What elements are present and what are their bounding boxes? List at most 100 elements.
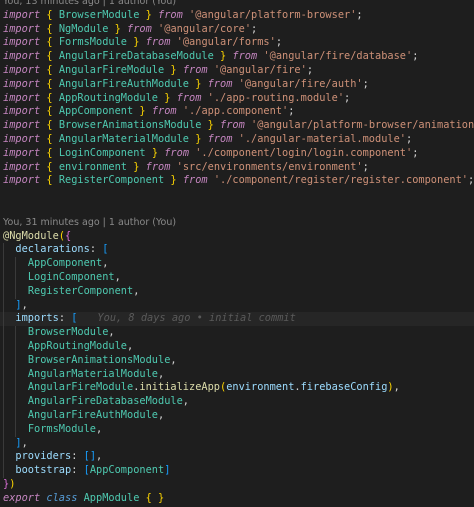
indent-guide (3, 395, 4, 409)
module-path: '@angular/core' (158, 22, 252, 35)
indent-guide (15, 339, 17, 354)
indent-guide (3, 298, 4, 313)
indent-guide (3, 381, 4, 396)
indent-guide (15, 326, 17, 340)
import-line: import { AngularFireModule } from '@angu… (0, 64, 474, 78)
code-token: ; (288, 105, 295, 118)
from-keyword: from (164, 146, 190, 159)
indent-guide (3, 408, 4, 423)
import-line: import { AngularMaterialModule } from '.… (0, 133, 474, 147)
declaration-item: AppComponent, (0, 257, 474, 271)
import-block: import { BrowserModule } from '@angular/… (0, 9, 474, 188)
imported-symbol: FormsModule (58, 36, 128, 49)
code-token: ; (356, 8, 363, 21)
module-import-item: AngularMaterialModule, (0, 367, 474, 382)
indent-guide (15, 257, 17, 271)
property-key: declarations (15, 243, 90, 256)
declared-component: LoginComponent (27, 270, 115, 283)
module-path: './angular-material.module' (238, 132, 407, 145)
indent-guide (3, 257, 4, 271)
import-line: import { BrowserModule } from '@angular/… (0, 9, 474, 23)
imported-module: BrowserModule (27, 326, 109, 339)
import-keyword: import (3, 105, 41, 118)
from-keyword: from (127, 22, 152, 35)
class-keyword: class (46, 491, 78, 504)
bootstrap-line: bootstrap: [AppComponent] (0, 464, 474, 478)
import-keyword: import (3, 63, 41, 76)
code-token: ; (406, 132, 413, 145)
module-path: './app-routing.module' (207, 91, 345, 104)
code-token: , (158, 367, 165, 380)
code-token: , (96, 422, 103, 435)
declarations-close: ], (0, 298, 474, 313)
indent-guide (3, 243, 4, 258)
from-keyword: from (182, 174, 208, 187)
code-token: { (65, 229, 72, 242)
module-path: '@angular/forms' (176, 36, 276, 49)
argument-property: firebaseConfig (300, 381, 388, 394)
indent-guide (15, 381, 17, 396)
module-import-item: AppRoutingModule, (0, 339, 474, 354)
code-token: [ (71, 312, 78, 325)
codelens-author-top[interactable]: You, 13 minutes ago | 1 author (You) (0, 0, 474, 9)
indent-guide (15, 408, 17, 423)
from-keyword: from (151, 105, 177, 118)
declarations-line: declarations: [ (0, 243, 474, 258)
property-key: bootstrap (15, 464, 72, 477)
declaration-item: RegisterComponent, (0, 284, 474, 299)
imported-symbol: BrowserAnimationsModule (58, 119, 202, 132)
code-token: , (133, 284, 140, 297)
code-token: ] (164, 464, 171, 477)
import-line: import { environment } from 'src/environ… (0, 161, 474, 175)
module-path: '@angular/platform-browser' (189, 8, 357, 21)
ngmodule-block: @NgModule({ declarations: [ AppComponent… (0, 230, 474, 506)
code-token: } (158, 491, 165, 504)
code-token: , (96, 450, 103, 463)
codelens-author-module[interactable]: You, 31 minutes ago | 1 author (You) (0, 216, 474, 230)
indent-guide (3, 464, 4, 478)
indent-guide (15, 353, 17, 368)
code-token: ; (412, 146, 419, 159)
code-token: ; (362, 77, 369, 90)
imported-module: BrowserAnimationsModule (27, 353, 171, 366)
indent-guide (3, 436, 4, 451)
module-import-item: AngularFireAuthModule, (0, 408, 474, 423)
imported-symbol: BrowserModule (58, 8, 140, 21)
code-editor[interactable]: You, 13 minutes ago | 1 author (You) imp… (0, 0, 474, 507)
import-line: import { LoginComponent } from './compon… (0, 147, 474, 161)
imported-module: AppRoutingModule (27, 339, 128, 352)
indent-guide (15, 422, 17, 437)
import-keyword: import (3, 174, 41, 187)
code-token: : (71, 450, 84, 463)
imported-symbol: environment (58, 160, 128, 173)
import-line: import { FormsModule } from '@angular/fo… (0, 36, 474, 50)
declared-component: RegisterComponent (27, 284, 134, 297)
from-keyword: from (145, 36, 171, 49)
import-keyword: import (3, 77, 41, 90)
module-import-item: BrowserAnimationsModule, (0, 353, 474, 368)
import-line: import { NgModule } from '@angular/core'… (0, 23, 474, 37)
import-line: import { AngularFireAuthModule } from '@… (0, 78, 474, 92)
code-token: , (114, 270, 121, 283)
indent-guide (15, 395, 17, 409)
from-keyword: from (220, 119, 245, 132)
indent-guide (15, 284, 17, 299)
code-token: ; (412, 50, 419, 63)
imported-module: AngularFireAuthModule (27, 408, 158, 421)
imported-module: AngularMaterialModule (27, 367, 158, 380)
export-keyword: export (3, 491, 41, 504)
imported-symbol: AppComponent (58, 105, 134, 118)
indent-guide (3, 450, 4, 465)
property-key: providers (15, 450, 72, 463)
from-keyword: from (182, 63, 208, 76)
module-path: '@angular/fire/database' (263, 50, 413, 63)
import-keyword: import (3, 8, 41, 21)
imported-symbol: NgModule (58, 22, 109, 35)
method-call: initializeApp (139, 381, 220, 394)
code-token: ; (362, 160, 369, 173)
indent-guide (3, 326, 4, 340)
